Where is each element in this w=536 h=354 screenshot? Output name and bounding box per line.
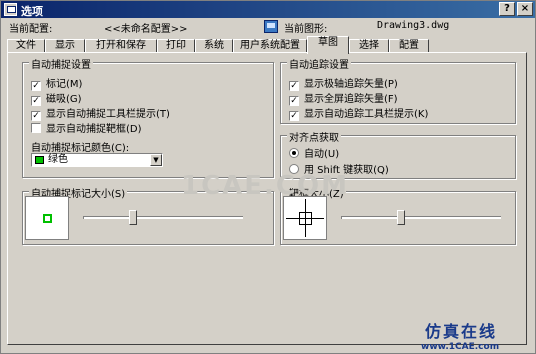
check-icon: ✓ xyxy=(289,111,299,121)
alignment-point-title: 对齐点获取 xyxy=(287,129,341,144)
close-button[interactable]: × xyxy=(517,2,533,16)
tab-user-preferences[interactable]: 用户系统配置 xyxy=(233,39,307,53)
autosnap-settings-group: 自动捕捉设置 ✓ 标记(M) ✓ 磁吸(G) ✓ 显示自动捕捉工具栏提示(T) 显示自… xyxy=(22,56,274,178)
autosnap-settings-title: 自动捕捉设置 xyxy=(29,56,93,71)
marker-preview xyxy=(25,196,69,240)
aperture-box-icon xyxy=(299,212,312,225)
current-drawing-label: 当前图形: xyxy=(284,24,328,35)
chevron-down-icon: ▼ xyxy=(150,154,162,166)
current-profile-value: <<未命名配置>> xyxy=(104,24,188,35)
marker-color-label: 自动捕捉标记颜色(C): xyxy=(31,143,130,154)
aperture-preview xyxy=(283,196,327,240)
tab-profiles[interactable]: 配置 xyxy=(389,39,429,53)
title-bar[interactable]: 选项 ? × xyxy=(1,1,535,18)
color-swatch xyxy=(35,156,44,164)
current-profile-label: 当前配置: xyxy=(9,24,53,35)
options-dialog: 选项 ? × 当前配置: <<未命名配置>> 当前图形: Drawing3.dw… xyxy=(0,0,536,354)
watermark-brand: 仿真在线 xyxy=(425,322,498,341)
marker-color-value: 绿色 xyxy=(48,154,68,165)
fullscreen-vector-checkbox[interactable]: ✓ 显示全屏追踪矢量(F) xyxy=(289,90,398,106)
tab-selection[interactable]: 选择 xyxy=(349,39,389,53)
watermark-url: www.1CAE.com xyxy=(421,342,500,352)
tab-display[interactable]: 显示 xyxy=(45,39,85,53)
tab-open-save[interactable]: 打开和保存 xyxy=(85,39,157,53)
auto-acquire-label: 自动(U) xyxy=(304,149,340,160)
current-drawing-value: Drawing3.dwg xyxy=(377,20,450,31)
aperture-size-slider-thumb[interactable] xyxy=(397,210,406,225)
magnet-checkbox[interactable]: ✓ 磁吸(G) xyxy=(31,90,82,106)
fullscreen-vector-label: 显示全屏追踪矢量(F) xyxy=(304,94,398,105)
autosnap-tooltip-checkbox[interactable]: ✓ 显示自动捕捉工具栏提示(T) xyxy=(31,105,170,121)
watermark-center: 1CAE.COM xyxy=(181,171,349,201)
marker-size-slider-thumb[interactable] xyxy=(128,210,137,225)
autotrack-settings-group: 自动追踪设置 ✓ 显示极轴追踪矢量(P) ✓ 显示全屏追踪矢量(F) ✓ 显示自动追踪… xyxy=(280,56,516,124)
empty-checkbox-box xyxy=(31,123,41,133)
autotrack-settings-title: 自动追踪设置 xyxy=(287,56,351,71)
drawing-icon xyxy=(264,20,278,33)
tab-plot[interactable]: 打印 xyxy=(157,39,195,53)
help-button[interactable]: ? xyxy=(499,2,515,16)
dialog-icon xyxy=(4,3,17,16)
radio-selected-icon xyxy=(289,148,299,158)
dialog-title: 选项 xyxy=(21,5,43,18)
aperture-box-checkbox[interactable]: 显示自动捕捉靶框(D) xyxy=(31,120,142,135)
marker-size-slider[interactable] xyxy=(83,216,243,219)
marker-checkbox[interactable]: ✓ 标记(M) xyxy=(31,75,82,91)
aperture-size-slider[interactable] xyxy=(341,216,501,219)
marker-square-icon xyxy=(43,214,52,223)
marker-label: 标记(M) xyxy=(46,79,83,90)
magnet-label: 磁吸(G) xyxy=(46,94,82,105)
marker-color-select[interactable]: 绿色 ▼ xyxy=(31,153,163,167)
autotrack-tooltip-checkbox[interactable]: ✓ 显示自动追踪工具栏提示(K) xyxy=(289,105,428,121)
tab-files[interactable]: 文件 xyxy=(7,39,45,53)
tab-drafting[interactable]: 草图 xyxy=(307,36,349,54)
polar-vector-label: 显示极轴追踪矢量(P) xyxy=(304,79,398,90)
autotrack-tooltip-label: 显示自动追踪工具栏提示(K) xyxy=(304,109,429,120)
auto-acquire-radio[interactable]: 自动(U) xyxy=(289,145,339,160)
autosnap-tooltip-label: 显示自动捕捉工具栏提示(T) xyxy=(46,109,170,120)
aperture-box-label: 显示自动捕捉靶框(D) xyxy=(46,124,142,135)
polar-vector-checkbox[interactable]: ✓ 显示极轴追踪矢量(P) xyxy=(289,75,398,91)
tab-system[interactable]: 系统 xyxy=(195,39,233,53)
